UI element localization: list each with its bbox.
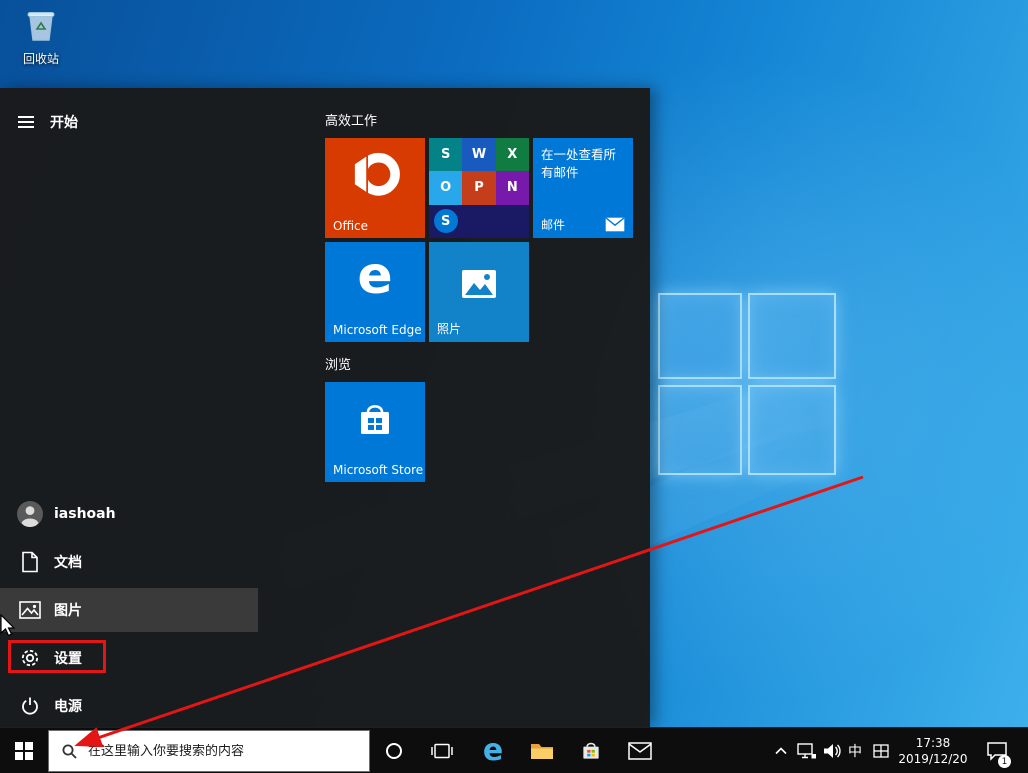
tile-label: 照片	[437, 320, 461, 337]
tile-label: Office	[333, 219, 368, 233]
recycle-bin-label: 回收站	[12, 50, 70, 67]
office-suite-grid: S W X O P N S	[429, 138, 529, 238]
tray-volume-button[interactable]	[820, 728, 844, 773]
document-icon	[16, 551, 44, 573]
start-menu-panel: 开始 iashoah 文档	[0, 88, 650, 727]
store-bag-icon	[353, 398, 397, 442]
sidebar-item-power[interactable]: 电源	[0, 684, 258, 728]
action-center-button[interactable]: 1	[982, 728, 1012, 773]
sidebar-item-label: 文档	[54, 552, 82, 572]
windows-logo-icon	[15, 742, 33, 760]
sidebar-item-label: 电源	[54, 696, 82, 716]
sway-icon: S	[429, 138, 462, 171]
sidebar-item-pictures[interactable]: 图片	[0, 588, 258, 632]
logo-pane	[748, 293, 836, 379]
recycle-bin-shortcut[interactable]: 回收站	[12, 6, 70, 67]
tile-group-title: 浏览	[325, 354, 351, 373]
hamburger-menu-icon[interactable]	[18, 113, 34, 131]
speaker-icon	[822, 742, 842, 760]
sidebar-item-settings[interactable]: 设置	[0, 636, 258, 680]
logo-pane	[658, 293, 742, 379]
search-icon	[61, 743, 78, 760]
office-logo-icon	[347, 148, 403, 204]
excel-icon: X	[496, 138, 529, 171]
user-avatar-icon	[16, 500, 44, 528]
tile-office-suite[interactable]: S W X O P N S	[429, 138, 529, 238]
tray-clock[interactable]: 17:38 2019/12/20	[896, 728, 970, 773]
notification-count-badge: 1	[998, 755, 1011, 768]
word-icon: W	[462, 138, 495, 171]
network-icon	[797, 742, 817, 760]
tile-photos[interactable]: 照片	[429, 242, 529, 342]
edge-logo-icon: e	[357, 246, 392, 306]
clock-date: 2019/12/20	[898, 751, 967, 767]
onenote-icon: N	[496, 171, 529, 204]
picture-icon	[16, 600, 44, 620]
sidebar-item-label: 设置	[54, 648, 82, 668]
file-explorer-button[interactable]	[520, 728, 564, 773]
skype-icon: S	[429, 205, 462, 238]
start-menu-title: 开始	[50, 112, 78, 132]
power-icon	[16, 695, 44, 717]
tile-office[interactable]: Office	[325, 138, 425, 238]
empty-cell	[496, 205, 529, 238]
sidebar-item-label: iashoah	[54, 506, 116, 522]
onedrive-icon: O	[429, 171, 462, 204]
logo-pane	[748, 385, 836, 475]
store-taskbar-button[interactable]	[569, 728, 613, 773]
cortana-button[interactable]	[372, 728, 416, 773]
start-button[interactable]	[0, 728, 48, 773]
ime-language-label: 中	[848, 741, 862, 761]
tray-ime-indicator[interactable]: 中	[845, 728, 865, 773]
mail-icon	[628, 742, 652, 760]
sidebar-item-label: 图片	[54, 600, 82, 620]
desktop-screen: 回收站 开始 iashoah 文档	[0, 0, 1028, 773]
mail-tile-headline: 在一处查看所有邮件	[541, 146, 627, 182]
tray-touch-keyboard-button[interactable]	[869, 728, 893, 773]
tile-group-title: 高效工作	[325, 110, 377, 129]
start-menu-header: 开始	[0, 104, 258, 140]
logo-pane	[658, 385, 742, 475]
photos-icon	[459, 264, 499, 304]
search-input[interactable]	[88, 744, 348, 759]
clock-time: 17:38	[916, 735, 951, 751]
tile-microsoft-edge[interactable]: e Microsoft Edge	[325, 242, 425, 342]
mail-taskbar-button[interactable]	[618, 728, 662, 773]
tray-network-button[interactable]	[795, 728, 819, 773]
empty-cell	[462, 205, 495, 238]
recycle-bin-icon	[22, 6, 60, 44]
gear-icon	[16, 647, 44, 669]
cortana-icon	[386, 743, 402, 759]
folder-icon	[529, 740, 555, 762]
tile-microsoft-store[interactable]: Microsoft Store	[325, 382, 425, 482]
keyboard-grid-icon	[873, 744, 889, 758]
edge-icon: e	[483, 736, 503, 766]
envelope-icon	[605, 217, 625, 232]
task-view-button[interactable]	[420, 728, 464, 773]
powerpoint-icon: P	[462, 171, 495, 204]
sidebar-item-user[interactable]: iashoah	[0, 492, 258, 536]
taskbar: e	[0, 727, 1028, 773]
tile-label: 邮件	[541, 216, 565, 233]
taskbar-search-box[interactable]	[48, 730, 370, 772]
chevron-up-icon	[774, 746, 788, 756]
tile-mail[interactable]: 在一处查看所有邮件 邮件	[533, 138, 633, 238]
edge-taskbar-button[interactable]: e	[471, 728, 515, 773]
task-view-icon	[429, 740, 455, 762]
wallpaper-windows-logo	[658, 293, 838, 477]
sidebar-item-documents[interactable]: 文档	[0, 540, 258, 584]
store-icon	[579, 739, 603, 763]
tile-label: Microsoft Edge	[333, 323, 422, 337]
tile-label: Microsoft Store	[333, 463, 423, 477]
tray-show-hidden-icons[interactable]	[770, 728, 792, 773]
